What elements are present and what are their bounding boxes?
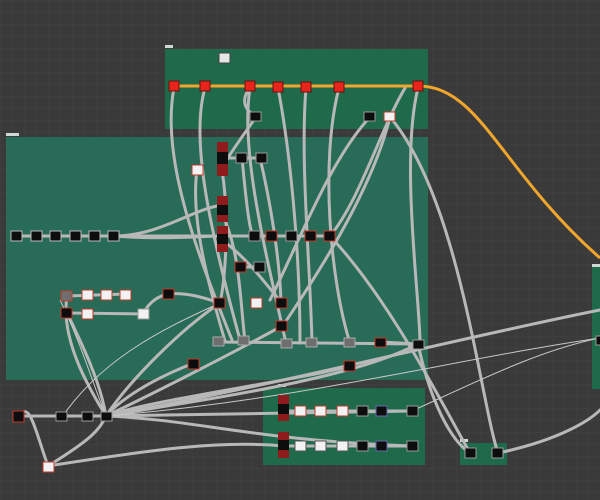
left-chain-node-6[interactable]	[107, 230, 120, 242]
main-node-bottom-2[interactable]	[343, 360, 356, 372]
lower-node-2[interactable]	[250, 297, 263, 309]
red-stack-3-body[interactable]	[217, 234, 228, 244]
left-chain-node-5[interactable]	[88, 230, 101, 242]
top-node-4[interactable]	[272, 81, 284, 93]
top-node-1[interactable]	[168, 80, 180, 92]
left-chain-node-4[interactable]	[69, 230, 82, 242]
free-node-b[interactable]	[81, 411, 94, 422]
node-graph-canvas[interactable]	[0, 0, 600, 500]
group-right[interactable]	[592, 267, 600, 389]
gray-chain-node-6[interactable]	[374, 337, 387, 348]
lower-node-4[interactable]	[275, 320, 288, 332]
top-node-white[interactable]	[383, 111, 396, 122]
right-group-node[interactable]	[595, 335, 600, 346]
top-node-3[interactable]	[244, 80, 256, 92]
bottom-row2-node-3[interactable]	[336, 440, 349, 452]
top-node-black-1[interactable]	[249, 111, 262, 122]
bottom-red-stack-2-body[interactable]	[278, 440, 289, 450]
chain-c-node-1[interactable]	[60, 290, 73, 302]
red-stack-2-body[interactable]	[217, 205, 228, 215]
bottom-row1-node-2[interactable]	[314, 405, 327, 417]
bottom-row1-node-6[interactable]	[406, 405, 419, 417]
chain-c-node-5[interactable]	[162, 288, 175, 300]
lower-node-1[interactable]	[213, 297, 226, 309]
chain-b-node-1[interactable]	[248, 230, 261, 242]
main-black-node-2[interactable]	[255, 152, 268, 164]
chain-b-node-2[interactable]	[265, 230, 278, 242]
bottom-row1-node-5[interactable]	[375, 405, 388, 417]
group-top-title-bar[interactable]	[165, 45, 173, 48]
top-node-5[interactable]	[300, 81, 312, 93]
chain-b-node-3[interactable]	[285, 230, 298, 242]
gray-chain-node-1[interactable]	[212, 336, 225, 347]
free-node-red[interactable]	[12, 410, 25, 423]
main-black-node-1[interactable]	[235, 152, 248, 164]
left-chain-node-2[interactable]	[30, 230, 43, 242]
bottom-row2-node-2[interactable]	[314, 440, 327, 452]
bottom-row1-node-1[interactable]	[294, 405, 307, 417]
top-icon-node[interactable]	[218, 52, 231, 64]
red-stack-1-body[interactable]	[217, 152, 228, 164]
lower-node-3[interactable]	[275, 297, 288, 309]
free-node-white[interactable]	[42, 461, 55, 473]
chain-d-node-1[interactable]	[60, 307, 73, 319]
left-chain-node-3[interactable]	[49, 230, 62, 242]
main-node-bottom-1[interactable]	[187, 358, 200, 370]
top-node-6[interactable]	[333, 81, 345, 93]
gray-chain-node-3[interactable]	[280, 338, 293, 349]
chain-c-node-2[interactable]	[81, 289, 94, 301]
group-right-title-bar[interactable]	[592, 264, 600, 267]
chain-b-node-5[interactable]	[323, 230, 336, 242]
chain-c-node-4[interactable]	[119, 289, 132, 301]
free-node-a[interactable]	[55, 411, 68, 422]
gray-chain-node-2[interactable]	[237, 335, 250, 346]
small-node-2[interactable]	[491, 447, 504, 459]
top-node-2[interactable]	[199, 80, 211, 92]
mid-node-1[interactable]	[234, 261, 247, 273]
chain-d-node-3[interactable]	[137, 308, 150, 320]
bottom-row1-node-4[interactable]	[356, 405, 369, 417]
bottom-row2-node-4[interactable]	[356, 440, 369, 452]
small-node-1[interactable]	[464, 447, 477, 459]
mid-node-2[interactable]	[253, 261, 266, 273]
bottom-row2-node-5[interactable]	[375, 440, 388, 452]
main-white-node-1[interactable]	[191, 164, 204, 176]
bottom-row2-node-6[interactable]	[406, 440, 419, 452]
bottom-red-stack-1-body[interactable]	[278, 404, 289, 414]
gray-chain-node-4[interactable]	[305, 337, 318, 348]
chain-c-node-3[interactable]	[100, 289, 113, 301]
group-main-title-bar[interactable]	[6, 133, 19, 136]
top-node-7[interactable]	[412, 80, 424, 92]
chain-b-node-4[interactable]	[304, 230, 317, 242]
gray-chain-node-7[interactable]	[412, 339, 425, 350]
chain-d-node-2[interactable]	[81, 308, 94, 320]
top-node-black-2[interactable]	[363, 111, 376, 122]
free-node-c[interactable]	[100, 411, 113, 422]
bottom-row1-node-3[interactable]	[336, 405, 349, 417]
gray-chain-node-5[interactable]	[343, 337, 356, 348]
left-chain-node-1[interactable]	[10, 230, 23, 242]
bottom-row2-node-1[interactable]	[294, 440, 307, 452]
